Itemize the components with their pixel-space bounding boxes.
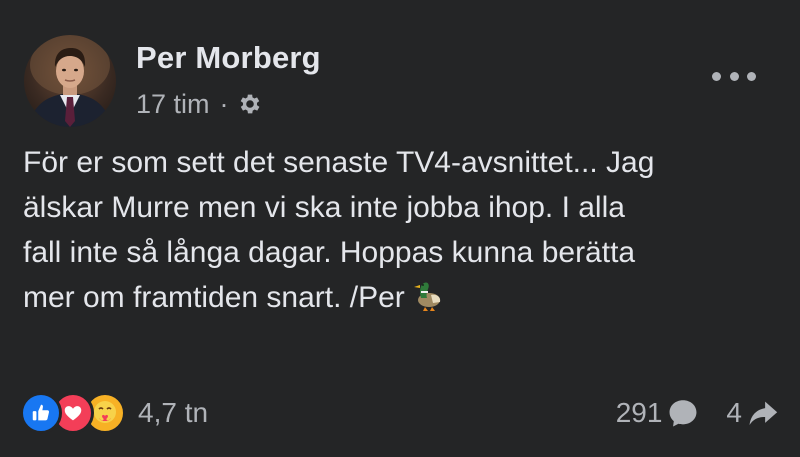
post-timestamp[interactable]: 17 tim	[136, 89, 210, 120]
facebook-post: Per Morberg 17 tim · För er som sett det…	[0, 0, 800, 457]
comment-count[interactable]: 291	[616, 397, 663, 429]
more-options-button[interactable]	[712, 66, 756, 86]
comment-bubble-icon[interactable]	[666, 396, 700, 430]
avatar[interactable]	[24, 35, 116, 127]
gear-icon[interactable]	[237, 91, 263, 117]
author-name[interactable]: Per Morberg	[136, 40, 321, 76]
share-count[interactable]: 4	[726, 397, 742, 429]
meta-separator: ·	[219, 88, 229, 119]
post-text: För er som sett det senaste TV4-avsnitte…	[23, 140, 783, 326]
engagement-stats: 291 4	[616, 392, 780, 434]
reactions-summary[interactable]: 4,7 tn	[20, 392, 208, 434]
more-dot	[712, 71, 721, 81]
post-text-line: älskar Murre men vi ska inte jobba ihop.…	[23, 191, 625, 224]
post-meta: 17 tim ·	[136, 88, 263, 120]
more-dot	[729, 71, 739, 81]
post-text-line: För er som sett det senaste TV4-avsnitte…	[23, 146, 655, 179]
reaction-count[interactable]: 4,7 tn	[138, 397, 208, 429]
post-text-line-last: mer om framtiden snart. /Per	[23, 275, 783, 326]
like-reaction-icon	[20, 392, 62, 434]
more-dot	[747, 71, 756, 81]
share-arrow-icon[interactable]	[746, 396, 780, 430]
duck-emoji-icon	[409, 277, 445, 326]
post-text-line: fall inte så långa dagar. Hoppas kunna b…	[23, 236, 636, 269]
post-text-line: mer om framtiden snart. /Per	[23, 281, 405, 314]
